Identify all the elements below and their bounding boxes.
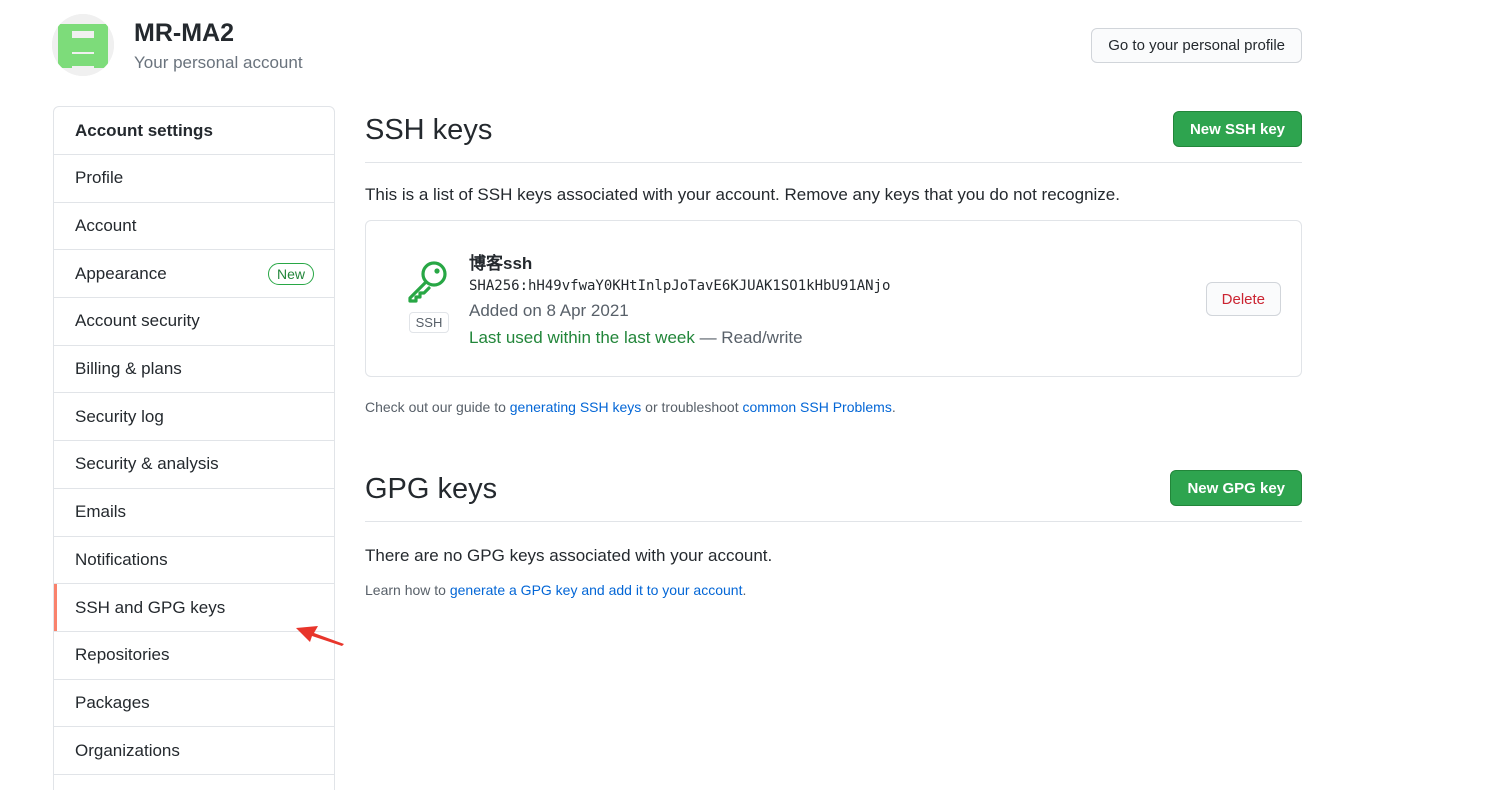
gpg-keys-title: GPG keys <box>365 473 498 505</box>
generating-ssh-keys-link[interactable]: generating SSH keys <box>510 399 642 415</box>
ssh-key-last-used: Last used within the last week — Read/wr… <box>469 328 803 348</box>
key-icon-wrap: SSH <box>404 259 454 333</box>
new-badge: New <box>267 262 314 285</box>
last-used-text: Last used within the last week <box>469 328 695 347</box>
sidebar-item-security-log[interactable]: Security log <box>54 393 334 442</box>
sidebar-item-account[interactable]: Account <box>54 203 334 251</box>
gpg-learn-prefix: Learn how to <box>365 582 450 598</box>
sidebar-item-label: Profile <box>75 168 124 188</box>
sidebar-item-emails[interactable]: Emails <box>54 489 334 537</box>
sidebar-item-ssh-gpg-keys[interactable]: SSH and GPG keys <box>54 584 334 632</box>
sidebar-item-billing-plans[interactable]: Billing & plans <box>54 346 334 394</box>
sidebar-item-account-security[interactable]: Account security <box>54 298 334 346</box>
ssh-keys-title: SSH keys <box>365 114 493 146</box>
common-ssh-problems-link[interactable]: common SSH Problems <box>742 399 891 415</box>
sidebar-item-label: Account security <box>75 311 200 331</box>
red-arrow-annotation-icon <box>296 626 344 646</box>
sidebar-item-label: Security & analysis <box>75 454 219 474</box>
main-content: SSH keys New SSH key This is a list of S… <box>365 106 1302 598</box>
sidebar-title: Account settings <box>54 107 334 155</box>
sidebar-item-label: Organizations <box>75 740 180 760</box>
account-header: MR-MA2 Your personal account Go to your … <box>52 14 1302 76</box>
sidebar-item-organizations[interactable]: Organizations <box>54 727 334 775</box>
sidebar-item-notifications[interactable]: Notifications <box>54 537 334 585</box>
sidebar-item-packages[interactable]: Packages <box>54 680 334 728</box>
ssh-keys-description: This is a list of SSH keys associated wi… <box>365 185 1120 204</box>
ssh-key-fingerprint: SHA256:hH49vfwaY0KHtInlpJoTavE6KJUAK1SO1… <box>469 278 891 294</box>
sidebar-item-profile[interactable]: Profile <box>54 155 334 203</box>
new-gpg-key-button[interactable]: New GPG key <box>1170 470 1302 506</box>
sidebar-item-repositories[interactable]: Repositories <box>54 632 334 680</box>
new-ssh-key-button[interactable]: New SSH key <box>1172 111 1302 147</box>
account-subtitle: Your personal account <box>134 53 303 72</box>
sidebar-item-label: Emails <box>75 502 127 522</box>
ssh-guide-text: Check out our guide to generating SSH ke… <box>365 399 1302 415</box>
gpg-learn-text: Learn how to generate a GPG key and add … <box>365 582 1302 598</box>
sidebar-item-label: Repositories <box>75 645 170 665</box>
sidebar-item-label: SSH and GPG keys <box>75 597 226 617</box>
sidebar-item-label: Security log <box>75 406 164 426</box>
sidebar-item-security-analysis[interactable]: Security & analysis <box>54 441 334 489</box>
ssh-type-label: SSH <box>408 312 450 333</box>
generate-gpg-key-link[interactable]: generate a GPG key and add it to your ac… <box>450 582 743 598</box>
guide-middle: or troubleshoot <box>641 399 743 415</box>
gpg-empty-message: There are no GPG keys associated with yo… <box>365 546 773 565</box>
settings-sidebar: Account settings Profile Account Appeara… <box>53 106 335 790</box>
guide-suffix: . <box>891 399 896 415</box>
ssh-keys-header: SSH keys New SSH key <box>365 106 1302 163</box>
guide-prefix: Check out our guide to <box>365 399 510 415</box>
key-icon <box>408 261 447 303</box>
delete-ssh-key-button[interactable]: Delete <box>1205 282 1281 316</box>
gpg-keys-header: GPG keys New GPG key <box>365 465 1302 522</box>
sidebar-item-label: Billing & plans <box>75 359 182 379</box>
ssh-key-added-date: Added on 8 Apr 2021 <box>469 301 629 320</box>
ssh-key-title: 博客ssh <box>469 254 533 273</box>
go-to-profile-button[interactable]: Go to your personal profile <box>1091 28 1302 63</box>
identicon-avatar-icon <box>52 14 114 76</box>
sidebar-item-label: Appearance <box>75 263 167 283</box>
avatar[interactable] <box>52 14 114 76</box>
sidebar-item-label: Packages <box>75 692 150 712</box>
account-name[interactable]: MR-MA2 <box>134 19 234 48</box>
sidebar-item-label: Account <box>75 216 137 236</box>
sidebar-item-appearance[interactable]: Appearance New <box>54 250 334 299</box>
sidebar-item-label: Notifications <box>75 549 168 569</box>
access-level-text: — Read/write <box>694 328 803 347</box>
gpg-learn-suffix: . <box>742 582 747 598</box>
ssh-key-item: SSH 博客ssh SHA256:hH49vfwaY0KHtInlpJoTavE… <box>365 220 1302 377</box>
